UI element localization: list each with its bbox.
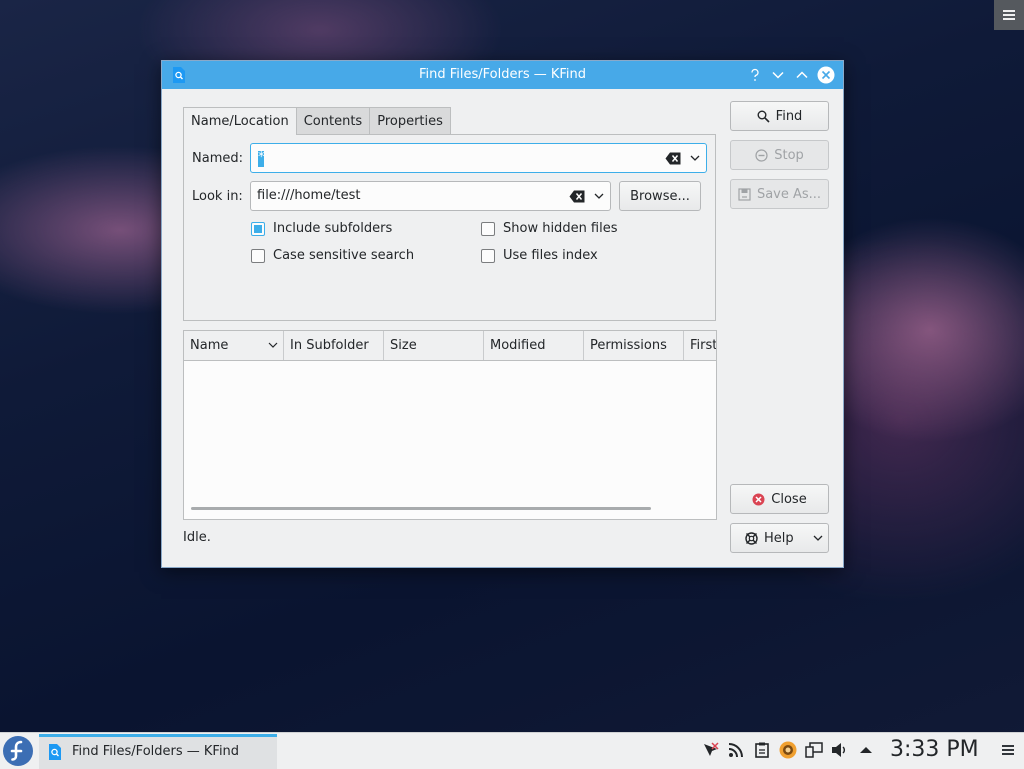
column-label: First [690, 338, 717, 353]
chevron-down-icon[interactable] [690, 154, 700, 162]
lifebuoy-icon [745, 531, 758, 545]
window-title: Find Files/Folders — KFind [418, 67, 587, 82]
save-as-button-label: Save As... [756, 186, 822, 202]
column-header-size[interactable]: Size [384, 331, 484, 360]
tab-contents[interactable]: Contents [295, 107, 371, 134]
table-header: Name In Subfolder Size Modified Permissi… [184, 331, 716, 361]
tab-bar: Name/Location Contents Properties [183, 107, 451, 135]
browse-button[interactable]: Browse... [619, 181, 701, 211]
update-notifier-icon[interactable] [779, 741, 797, 759]
chevron-down-icon [772, 71, 784, 79]
lookin-label: Look in: [192, 189, 243, 204]
status-text: Idle. [183, 530, 211, 545]
column-header-permissions[interactable]: Permissions [584, 331, 684, 360]
kfind-app-icon [49, 744, 61, 760]
kfind-window: Find Files/Folders — KFind Name/Location… [161, 60, 844, 568]
close-button[interactable]: Close [730, 484, 829, 514]
tab-properties[interactable]: Properties [369, 107, 451, 134]
network-wired-icon[interactable] [805, 741, 823, 759]
close-window-button[interactable] [817, 66, 835, 84]
help-button-label: Help [764, 530, 794, 546]
chevron-up-icon [796, 71, 808, 79]
checkbox-label: Use files index [503, 248, 598, 263]
save-as-button[interactable]: Save As... [730, 179, 829, 209]
results-table[interactable]: Name In Subfolder Size Modified Permissi… [183, 330, 717, 520]
lookin-combobox[interactable] [250, 181, 611, 211]
panel-menu-button[interactable] [999, 741, 1017, 759]
column-header-modified[interactable]: Modified [484, 331, 584, 360]
help-titlebar-button[interactable] [746, 66, 764, 84]
close-button-label: Close [771, 491, 807, 507]
volume-icon[interactable] [831, 741, 849, 759]
tab-label: Contents [303, 113, 363, 129]
question-mark-icon [751, 68, 759, 81]
checkbox-unchecked[interactable] [481, 248, 495, 263]
sort-descending-icon [268, 342, 278, 348]
search-icon [757, 110, 770, 123]
checkbox-label: Include subfolders [273, 221, 393, 236]
task-label: Find Files/Folders — KFind [72, 744, 240, 759]
find-button-label: Find [775, 108, 803, 124]
case-sensitive-checkbox[interactable]: Case sensitive search [251, 248, 414, 263]
checkbox-label: Show hidden files [503, 221, 618, 236]
chevron-down-icon[interactable] [594, 192, 604, 200]
chevron-down-icon[interactable] [813, 535, 823, 542]
taskbar: Find Files/Folders — KFind 3:33 PM [0, 732, 1024, 769]
column-label: In Subfolder [290, 338, 369, 353]
show-hidden-checkbox[interactable]: Show hidden files [481, 221, 618, 236]
named-input[interactable] [258, 150, 638, 165]
checkbox-unchecked[interactable] [251, 248, 265, 263]
notifications-disabled-icon[interactable] [701, 741, 719, 759]
show-hidden-icons-arrow[interactable] [857, 741, 875, 759]
save-icon [738, 187, 751, 201]
tab-label: Properties [377, 113, 443, 129]
fedora-launcher-icon[interactable] [2, 735, 34, 767]
horizontal-scrollbar[interactable] [191, 507, 651, 510]
tab-name-location[interactable]: Name/Location [183, 107, 297, 135]
clock[interactable]: 3:33 PM [890, 737, 979, 762]
stop-button[interactable]: Stop [730, 140, 829, 170]
lookin-input[interactable] [257, 188, 557, 203]
checkbox-checked[interactable] [251, 221, 265, 236]
named-combobox[interactable] [250, 143, 707, 173]
clear-text-icon[interactable] [665, 152, 681, 165]
hamburger-icon [1002, 745, 1014, 755]
rss-feed-icon[interactable] [727, 741, 745, 759]
desktop-menu-button[interactable] [994, 0, 1024, 30]
title-bar[interactable]: Find Files/Folders — KFind [162, 61, 843, 89]
help-button[interactable]: Help [730, 523, 829, 553]
column-label: Modified [490, 338, 546, 353]
browse-button-label: Browse... [630, 188, 690, 204]
stop-button-label: Stop [774, 147, 804, 163]
maximize-button[interactable] [793, 66, 811, 84]
clear-text-icon[interactable] [569, 190, 585, 203]
use-files-index-checkbox[interactable]: Use files index [481, 248, 598, 263]
stop-icon [755, 148, 768, 162]
checkbox-label: Case sensitive search [273, 248, 415, 263]
column-label: Permissions [590, 338, 667, 353]
column-label: Size [390, 338, 417, 353]
column-header-in-subfolder[interactable]: In Subfolder [284, 331, 384, 360]
include-subfolders-checkbox[interactable]: Include subfolders [251, 221, 392, 236]
tab-label: Name/Location [191, 114, 289, 129]
find-button[interactable]: Find [730, 101, 829, 131]
close-icon [817, 66, 835, 84]
column-header-first[interactable]: First [684, 331, 717, 360]
column-label: Name [190, 338, 229, 353]
column-header-name[interactable]: Name [184, 331, 284, 360]
name-location-panel: Named: Look in: [183, 134, 716, 321]
checkbox-unchecked[interactable] [481, 221, 495, 236]
hamburger-icon [1003, 10, 1015, 20]
taskbar-task-kfind[interactable]: Find Files/Folders — KFind [39, 734, 277, 769]
minimize-button[interactable] [769, 66, 787, 84]
close-circle-icon [752, 493, 765, 505]
clipboard-icon[interactable] [753, 741, 771, 759]
named-label: Named: [192, 151, 243, 166]
